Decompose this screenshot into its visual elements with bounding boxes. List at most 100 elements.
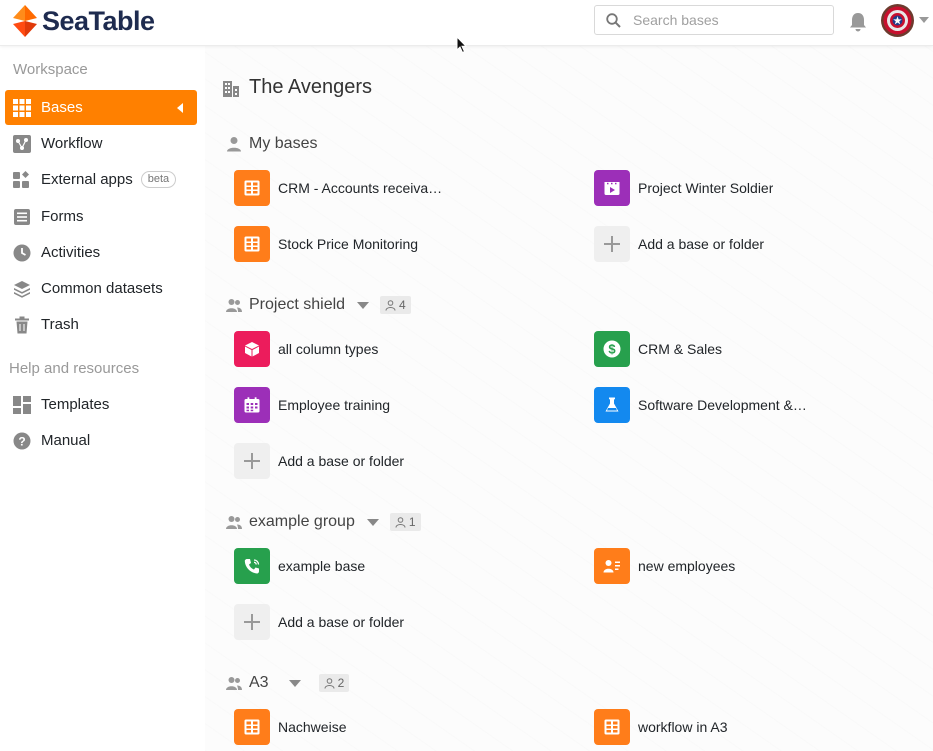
- group-title: example group: [249, 513, 355, 530]
- group-header-project-shield[interactable]: Project shield 4: [226, 296, 411, 314]
- base-item[interactable]: example base: [234, 548, 365, 584]
- sidebar-item-label: Forms: [41, 208, 84, 225]
- calendar-icon: [234, 387, 270, 423]
- group-dropdown-caret-icon[interactable]: [288, 679, 301, 687]
- base-name: workflow in A3: [638, 719, 728, 735]
- group-icon: [226, 516, 242, 529]
- group-icon: [226, 299, 242, 312]
- table-icon: [234, 709, 270, 745]
- sidebar-item-manual[interactable]: ? Manual: [5, 423, 197, 458]
- base-name: all column types: [278, 341, 379, 357]
- table-icon: [234, 170, 270, 206]
- base-item[interactable]: Nachweise: [234, 709, 346, 745]
- group-icon: [226, 677, 242, 690]
- member-count-badge: 4: [380, 296, 411, 314]
- sidebar-item-label: Common datasets: [41, 280, 163, 297]
- sidebar-item-label: Bases: [41, 99, 83, 116]
- layers-icon: [13, 280, 31, 298]
- form-icon: [13, 208, 31, 226]
- contact-icon: [594, 548, 630, 584]
- search-box[interactable]: [594, 5, 834, 35]
- dollar-icon: $: [594, 331, 630, 367]
- avatar-dropdown-caret-icon[interactable]: [919, 17, 929, 23]
- base-item[interactable]: Employee training: [234, 387, 390, 423]
- base-name: new employees: [638, 558, 736, 574]
- svg-text:?: ?: [18, 434, 25, 448]
- apps-icon: [13, 170, 31, 189]
- help-icon: ?: [13, 432, 31, 450]
- base-item[interactable]: $ CRM & Sales: [594, 331, 722, 367]
- group-header-a3[interactable]: A3 2: [226, 674, 350, 692]
- collapse-caret-icon: [177, 103, 183, 113]
- notification-bell-icon[interactable]: [849, 12, 867, 32]
- group-header-example-group[interactable]: example group 1: [226, 513, 421, 531]
- base-item[interactable]: new employees: [594, 548, 735, 584]
- sidebar-item-external-apps[interactable]: External apps beta: [5, 162, 197, 197]
- member-icon: [385, 299, 396, 311]
- add-base-label: Add a base or folder: [278, 453, 405, 469]
- group-title: A3: [249, 674, 269, 691]
- base-name: Nachweise: [278, 719, 347, 735]
- member-icon: [324, 677, 335, 689]
- base-name: Project Winter Soldier: [638, 180, 774, 196]
- member-count: 2: [337, 676, 345, 690]
- sidebar-item-forms[interactable]: Forms: [5, 199, 197, 234]
- search-input[interactable]: [633, 12, 813, 28]
- group-title: Project shield: [249, 296, 346, 313]
- sidebar-item-label: Templates: [41, 396, 110, 413]
- workspace-title-text: The Avengers: [249, 76, 373, 98]
- workflow-icon: [13, 134, 31, 153]
- base-item[interactable]: Stock Price Monitoring: [234, 226, 418, 262]
- building-icon: [223, 80, 239, 97]
- base-name: Software Development &…: [638, 397, 807, 413]
- add-base-button[interactable]: Add a base or folder: [234, 443, 404, 479]
- my-bases-header: My bases: [226, 135, 317, 153]
- member-count-badge: 1: [389, 513, 421, 531]
- flask-icon: [594, 387, 630, 423]
- add-base-label: Add a base or folder: [638, 236, 765, 252]
- plus-icon: [234, 443, 270, 479]
- sidebar-item-label: Activities: [41, 244, 101, 261]
- base-name: CRM - Accounts receiva…: [278, 180, 443, 196]
- sidebar-item-templates[interactable]: Templates: [5, 387, 197, 422]
- base-name: CRM & Sales: [638, 341, 723, 357]
- group-dropdown-caret-icon[interactable]: [357, 301, 370, 309]
- workspace-title: The Avengers: [222, 76, 372, 99]
- svg-text:$: $: [608, 342, 616, 357]
- add-base-button[interactable]: Add a base or folder: [234, 604, 404, 640]
- base-name: Stock Price Monitoring: [278, 236, 419, 252]
- help-section-label: Help and resources: [9, 360, 140, 377]
- base-item[interactable]: workflow in A3: [594, 709, 727, 745]
- table-icon: [594, 709, 630, 745]
- base-name: Employee training: [278, 397, 391, 413]
- base-item[interactable]: all column types: [234, 331, 378, 367]
- add-base-button[interactable]: Add a base or folder: [594, 226, 764, 262]
- clock-icon: [13, 244, 31, 262]
- sidebar-item-label: Manual: [41, 432, 91, 449]
- seatable-logo[interactable]: SeaTable: [12, 4, 155, 38]
- user-icon: [227, 137, 241, 152]
- add-base-label: Add a base or folder: [278, 614, 405, 630]
- workspace-section-label: Workspace: [13, 61, 88, 78]
- base-item[interactable]: Software Development &…: [594, 387, 814, 423]
- user-avatar[interactable]: [881, 4, 914, 37]
- plus-icon: [594, 226, 630, 262]
- sidebar-item-label: Trash: [41, 316, 79, 333]
- table-icon: [234, 226, 270, 262]
- plus-icon: [234, 604, 270, 640]
- logo-text: SeaTable: [42, 5, 155, 36]
- sidebar-item-common-datasets[interactable]: Common datasets: [5, 271, 197, 306]
- group-dropdown-caret-icon[interactable]: [366, 518, 379, 526]
- sidebar-item-workflow[interactable]: Workflow: [5, 126, 197, 161]
- base-item[interactable]: Project Winter Soldier: [594, 170, 773, 206]
- search-icon: [606, 12, 621, 28]
- sidebar-item-bases[interactable]: Bases: [5, 90, 197, 125]
- sidebar-item-trash[interactable]: Trash: [5, 307, 197, 342]
- member-count-badge: 2: [318, 674, 350, 692]
- mouse-cursor-icon: [456, 36, 468, 54]
- base-item[interactable]: CRM - Accounts receiva…: [234, 170, 442, 206]
- sidebar-item-label: External apps: [41, 171, 133, 188]
- video-icon: [594, 170, 630, 206]
- main-content: The Avengers My bases CRM - Accounts rec…: [205, 46, 933, 751]
- sidebar-item-activities[interactable]: Activities: [5, 235, 197, 270]
